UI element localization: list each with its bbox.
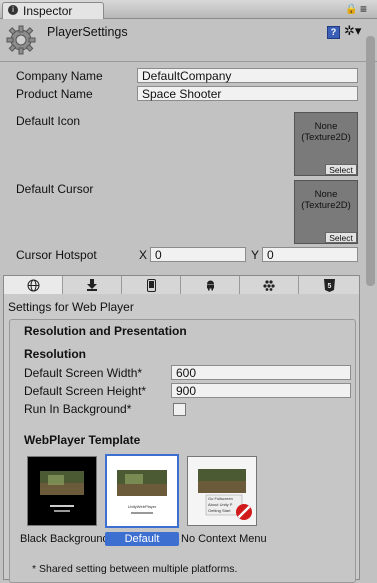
screen-height-label: Default Screen Height*	[24, 384, 147, 398]
none-text: None	[314, 189, 338, 200]
globe-icon[interactable]	[4, 276, 63, 294]
inspector-tab[interactable]: i Inspector	[2, 2, 104, 19]
product-name-field[interactable]: Space Shooter	[137, 86, 358, 101]
default-cursor-label: Default Cursor	[16, 182, 94, 196]
download-icon[interactable]	[63, 276, 122, 294]
template-default[interactable]: UnityWebPlayer	[105, 454, 179, 528]
window-titlebar: i Inspector 🔒 ≡	[0, 0, 377, 19]
html5-icon[interactable]: 5	[299, 276, 359, 294]
help-icon[interactable]: ?	[327, 26, 340, 39]
page-title: PlayerSettings	[47, 25, 128, 39]
info-icon: i	[8, 5, 18, 15]
cursor-hotspot-label: Cursor Hotspot	[16, 248, 97, 262]
gear-icon	[6, 25, 36, 55]
platform-tabs: 5	[3, 275, 360, 295]
company-name-field[interactable]: DefaultCompany	[137, 68, 358, 83]
hotspot-x-field[interactable]: 0	[150, 247, 246, 262]
section-title[interactable]: Resolution and Presentation	[24, 324, 187, 338]
screen-width-field[interactable]: 600	[171, 365, 351, 380]
lock-icon[interactable]: 🔒	[345, 4, 357, 15]
default-icon-slot[interactable]: None (Texture2D) Select	[294, 112, 358, 176]
settings-cog-icon[interactable]: ✲▾	[344, 23, 361, 39]
select-button[interactable]: Select	[325, 164, 357, 175]
run-background-checkbox[interactable]	[173, 403, 186, 416]
svg-text:5: 5	[327, 283, 331, 290]
screen-width-label: Default Screen Width*	[24, 366, 143, 380]
default-preview: UnityWebPlayer	[117, 470, 167, 514]
ctx-menu-line: Getting Start	[208, 508, 231, 513]
run-background-label: Run In Background*	[24, 402, 132, 416]
blackberry-icon[interactable]	[240, 276, 299, 294]
none-text: None	[314, 121, 338, 132]
ctx-menu-line: About Unity P	[208, 502, 233, 507]
phone-icon[interactable]	[122, 276, 181, 294]
template-label[interactable]: No Context Menu	[181, 533, 267, 545]
template-label[interactable]: Black Background	[20, 533, 109, 545]
scrollbar[interactable]	[366, 36, 375, 286]
no-context-menu-preview: Go Fullscreen About Unity P Getting Star…	[198, 469, 252, 520]
company-name-label: Company Name	[16, 69, 103, 83]
texture-type-text: (Texture2D)	[301, 200, 351, 211]
settings-for-label: Settings for Web Player	[8, 300, 134, 314]
default-icon-label: Default Icon	[16, 114, 81, 128]
select-button[interactable]: Select	[325, 232, 357, 243]
default-cursor-slot[interactable]: None (Texture2D) Select	[294, 180, 358, 244]
menu-icon[interactable]: ≡	[360, 2, 367, 16]
inspector-header: PlayerSettings ? ✲▾	[0, 19, 377, 62]
hotspot-y-field[interactable]: 0	[262, 247, 358, 262]
texture-type-text: (Texture2D)	[301, 132, 351, 143]
template-no-context-menu[interactable]: Go Fullscreen About Unity P Getting Star…	[187, 456, 257, 526]
shared-setting-footnote: * Shared setting between multiple platfo…	[32, 563, 238, 575]
y-label: Y	[251, 248, 260, 262]
product-name-label: Product Name	[16, 87, 93, 101]
template-black-background[interactable]	[27, 456, 97, 526]
screen-height-field[interactable]: 900	[171, 383, 351, 398]
ctx-menu-line: Go Fullscreen	[208, 496, 233, 501]
black-background-preview	[40, 471, 84, 512]
resolution-heading: Resolution	[24, 347, 86, 361]
tab-label: Inspector	[23, 4, 73, 18]
android-icon[interactable]	[181, 276, 240, 294]
template-label-selected[interactable]: Default	[105, 532, 179, 546]
template-heading: WebPlayer Template	[24, 433, 141, 447]
x-label: X	[139, 248, 148, 262]
template-caption: UnityWebPlayer	[128, 504, 157, 509]
